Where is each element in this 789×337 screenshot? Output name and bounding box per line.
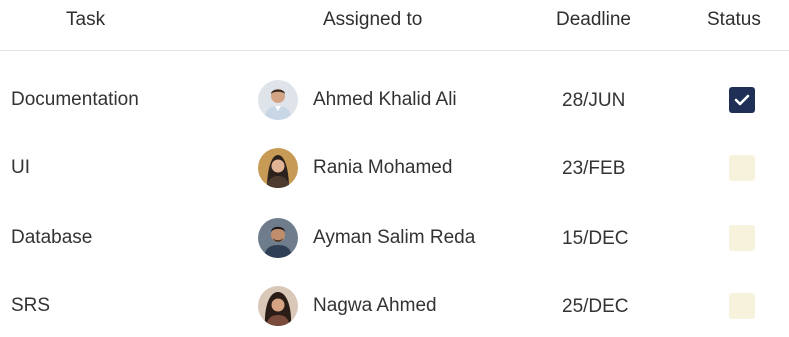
- avatar: [258, 218, 298, 258]
- task-name: Documentation: [11, 89, 139, 110]
- column-header-task: Task: [66, 9, 106, 30]
- column-header-deadline: Deadline: [556, 9, 631, 30]
- avatar: [258, 148, 298, 188]
- status-checkbox[interactable]: [729, 155, 755, 181]
- table-row: Database Ayman Salim Reda 15/DEC: [0, 209, 789, 269]
- deadline-date: 25/DEC: [562, 296, 629, 317]
- assignee-name: Rania Mohamed: [313, 157, 453, 178]
- deadline-date: 28/JUN: [562, 90, 626, 111]
- task-table: Task Assigned to Deadline Status Documen…: [0, 0, 789, 326]
- avatar: [258, 80, 298, 120]
- column-header-status: Status: [707, 9, 761, 30]
- table-row: SRS Nagwa Ahmed 25/DEC: [0, 277, 789, 337]
- task-name: UI: [11, 157, 30, 178]
- task-name: SRS: [11, 295, 51, 316]
- check-icon: [734, 94, 750, 106]
- column-header-assigned-to: Assigned to: [323, 9, 423, 30]
- assignee-name: Ahmed Khalid Ali: [313, 89, 457, 110]
- assignee-name: Ayman Salim Reda: [313, 227, 476, 248]
- status-checkbox[interactable]: [729, 225, 755, 251]
- status-checkbox[interactable]: [729, 87, 755, 113]
- deadline-date: 15/DEC: [562, 228, 629, 249]
- table-row: Documentation Ahmed Khalid Ali 28/JUN: [0, 71, 789, 131]
- task-name: Database: [11, 227, 93, 248]
- table-row: UI Rania Mohamed 23/FEB: [0, 139, 789, 199]
- table-header: Task Assigned to Deadline Status: [0, 0, 789, 51]
- assignee-name: Nagwa Ahmed: [313, 295, 437, 316]
- deadline-date: 23/FEB: [562, 158, 626, 179]
- status-checkbox[interactable]: [729, 293, 755, 319]
- avatar: [258, 286, 298, 326]
